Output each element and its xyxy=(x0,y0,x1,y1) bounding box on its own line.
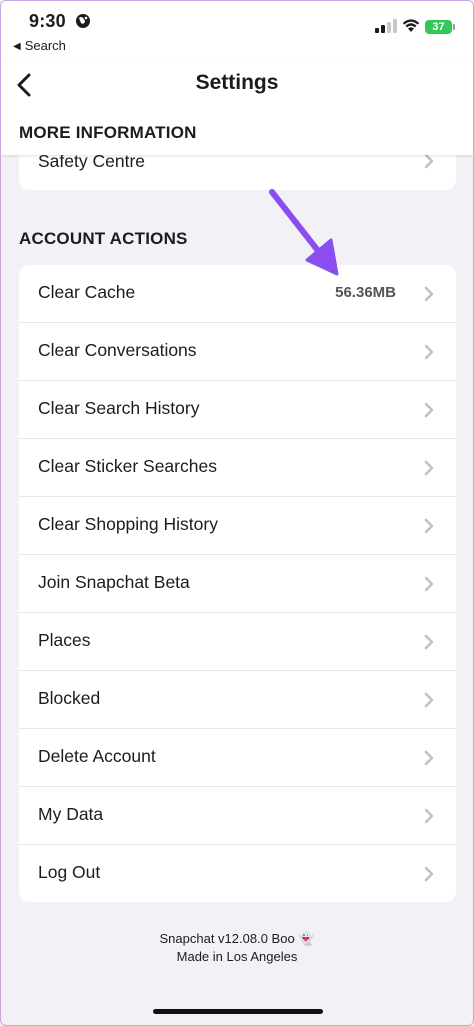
settings-row-places[interactable]: Places xyxy=(19,613,456,671)
back-app-label: Search xyxy=(24,38,66,53)
made-in-text: Made in Los Angeles xyxy=(176,949,298,964)
back-triangle-icon: ◀ xyxy=(13,41,21,52)
chevron-right-icon xyxy=(424,344,434,360)
settings-row-clear-sticker-searches[interactable]: Clear Sticker Searches xyxy=(19,439,456,497)
chevron-right-icon xyxy=(424,634,434,650)
location-globe-icon xyxy=(76,14,90,28)
row-label: Clear Conversations xyxy=(38,340,197,360)
row-label: Clear Shopping History xyxy=(38,514,218,534)
chevron-right-icon xyxy=(424,866,434,882)
settings-header: Settings MORE INFORMATION xyxy=(1,61,473,155)
chevron-right-icon xyxy=(424,808,434,824)
account-actions-card: Clear Cache 56.36MB Clear Conversations … xyxy=(19,265,456,902)
chevron-right-icon xyxy=(424,286,434,302)
wifi-icon xyxy=(402,19,420,32)
settings-row-clear-shopping-history[interactable]: Clear Shopping History xyxy=(19,497,456,555)
row-label: My Data xyxy=(38,804,104,824)
chevron-right-icon xyxy=(424,750,434,766)
page-title: Settings xyxy=(195,71,279,94)
cellular-signal-icon xyxy=(375,19,397,33)
chevron-right-icon xyxy=(424,692,434,708)
settings-row-delete-account[interactable]: Delete Account xyxy=(19,729,456,787)
settings-row-blocked[interactable]: Blocked xyxy=(19,671,456,729)
back-to-app-link[interactable]: ◀ Search xyxy=(13,38,66,53)
row-label: Join Snapchat Beta xyxy=(38,572,190,592)
home-indicator[interactable] xyxy=(153,1009,323,1014)
row-label: Log Out xyxy=(38,862,101,882)
app-version-text: Snapchat v12.08.0 Boo 👻 xyxy=(159,931,315,946)
row-label: Clear Cache xyxy=(38,282,136,302)
status-time: 9:30 xyxy=(29,11,66,31)
chevron-right-icon xyxy=(424,402,434,418)
battery-indicator: 37 xyxy=(425,20,455,34)
settings-row-clear-search-history[interactable]: Clear Search History xyxy=(19,381,456,439)
chevron-right-icon xyxy=(424,576,434,592)
footer: Snapchat v12.08.0 Boo 👻 Made in Los Ange… xyxy=(1,930,473,966)
section-heading-account-actions: ACCOUNT ACTIONS xyxy=(19,229,188,248)
chevron-right-icon xyxy=(424,153,434,169)
section-heading-more-information: MORE INFORMATION xyxy=(19,123,197,142)
settings-row-join-snapchat-beta[interactable]: Join Snapchat Beta xyxy=(19,555,456,613)
chevron-right-icon xyxy=(424,460,434,476)
settings-row-clear-conversations[interactable]: Clear Conversations xyxy=(19,323,456,381)
settings-row-log-out[interactable]: Log Out xyxy=(19,845,456,902)
row-label: Clear Sticker Searches xyxy=(38,456,217,476)
settings-row-my-data[interactable]: My Data xyxy=(19,787,456,845)
row-label: Delete Account xyxy=(38,746,156,766)
annotation-arrow-icon xyxy=(269,189,339,276)
row-label: Places xyxy=(38,630,91,650)
chevron-right-icon xyxy=(424,518,434,534)
settings-row-clear-cache[interactable]: Clear Cache 56.36MB xyxy=(19,265,456,323)
app-window: 9:30 ◀ Search 37 Settings MORE INFORMATIO… xyxy=(0,0,474,1026)
row-label: Blocked xyxy=(38,688,101,708)
cache-size-value: 56.36MB xyxy=(335,284,396,301)
status-bar: 9:30 ◀ Search 37 xyxy=(1,1,473,61)
row-label: Clear Search History xyxy=(38,398,200,418)
